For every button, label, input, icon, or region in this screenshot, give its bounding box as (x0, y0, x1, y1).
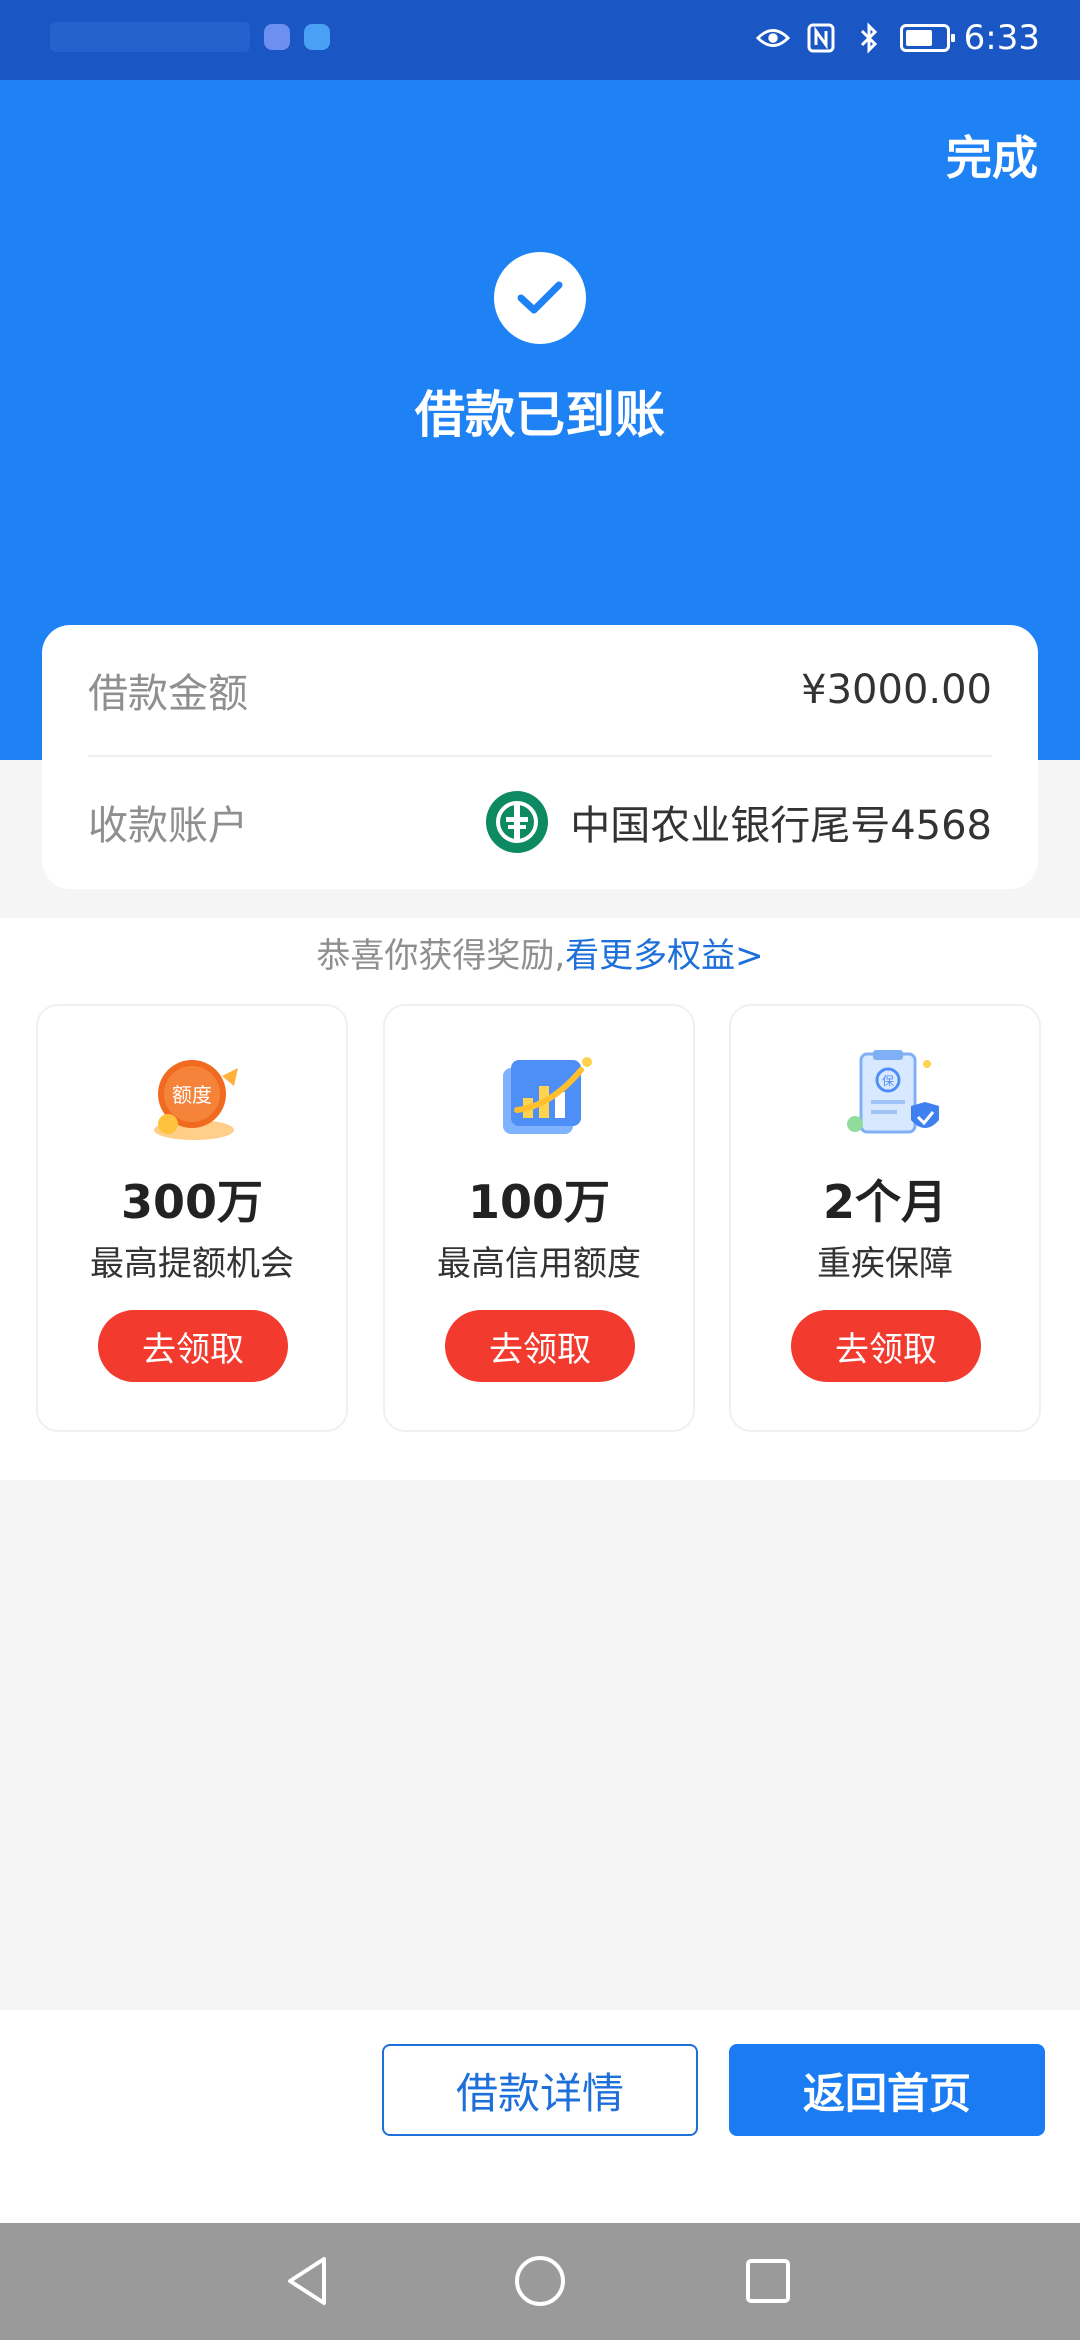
abc-bank-logo-icon (486, 791, 549, 853)
reward-card[interactable]: 保 2个月 重疾保障 去领取 (729, 1004, 1041, 1432)
app-notification-icon (304, 24, 330, 50)
done-button[interactable]: 完成 (946, 122, 1038, 188)
reward-amount: 2个月 (822, 1175, 947, 1229)
receiving-account-label: 收款账户 (88, 803, 248, 849)
insurance-shield-icon: 保 (827, 1046, 947, 1146)
rewards-intro: 恭喜你获得奖励,看更多权益> (0, 928, 1080, 977)
reward-card[interactable]: 额度 300万 最高提额机会 去领取 (36, 1004, 348, 1432)
more-benefits-link[interactable]: 看更多权益> (565, 936, 764, 976)
claim-button[interactable]: 去领取 (445, 1310, 635, 1382)
loan-info-card: 借款金额 ¥3000.00 收款账户 中国农业银行尾号4568 (42, 625, 1038, 889)
svg-text:保: 保 (882, 1074, 894, 1088)
loan-amount-row: 借款金额 ¥3000.00 (88, 625, 992, 757)
reward-description: 最高信用额度 (437, 1244, 641, 1284)
loan-amount-value: ¥3000.00 (801, 667, 992, 713)
reward-description: 最高提额机会 (90, 1244, 294, 1284)
status-bar: 6:33 (0, 0, 1080, 80)
back-icon[interactable] (278, 2251, 338, 2311)
svg-text:额度: 额度 (172, 1083, 212, 1107)
nfc-icon (804, 21, 838, 55)
status-bar-left (50, 22, 330, 52)
account-text: 中国农业银行尾号4568 (570, 803, 992, 849)
reward-amount: 300万 (120, 1175, 264, 1229)
bottom-action-bar: 借款详情 返回首页 (0, 2010, 1080, 2223)
rewards-section: 恭喜你获得奖励,看更多权益> 额度 300万 最高提额机会 去领取 100万 最… (0, 918, 1080, 1480)
credit-limit-icon: 额度 (134, 1046, 254, 1146)
receiving-account-value: 中国农业银行尾号4568 (486, 791, 992, 853)
blurred-text (50, 22, 250, 52)
reward-card[interactable]: 100万 最高信用额度 去领取 (383, 1004, 695, 1432)
eye-icon (755, 21, 790, 55)
home-icon[interactable] (510, 2251, 570, 2311)
app-notification-icon (264, 24, 290, 50)
rewards-intro-text: 恭喜你获得奖励, (316, 936, 566, 976)
battery-icon (899, 24, 955, 52)
receiving-account-row: 收款账户 中国农业银行尾号4568 (88, 757, 992, 887)
reward-amount: 100万 (467, 1175, 611, 1229)
system-nav-bar (0, 2223, 1080, 2340)
loan-details-button[interactable]: 借款详情 (382, 2044, 698, 2136)
page-title: 借款已到账 (415, 386, 665, 444)
back-to-home-button[interactable]: 返回首页 (729, 2044, 1045, 2136)
recent-apps-icon[interactable] (738, 2251, 798, 2311)
status-bar-right: 6:33 (755, 18, 1040, 58)
credit-chart-icon (481, 1046, 601, 1146)
claim-button[interactable]: 去领取 (791, 1310, 981, 1382)
check-icon (494, 252, 586, 344)
loan-amount-label: 借款金额 (88, 671, 248, 717)
bluetooth-icon (852, 21, 886, 55)
claim-button[interactable]: 去领取 (98, 1310, 288, 1382)
reward-description: 重疾保障 (817, 1244, 953, 1284)
clock: 6:33 (963, 18, 1040, 58)
